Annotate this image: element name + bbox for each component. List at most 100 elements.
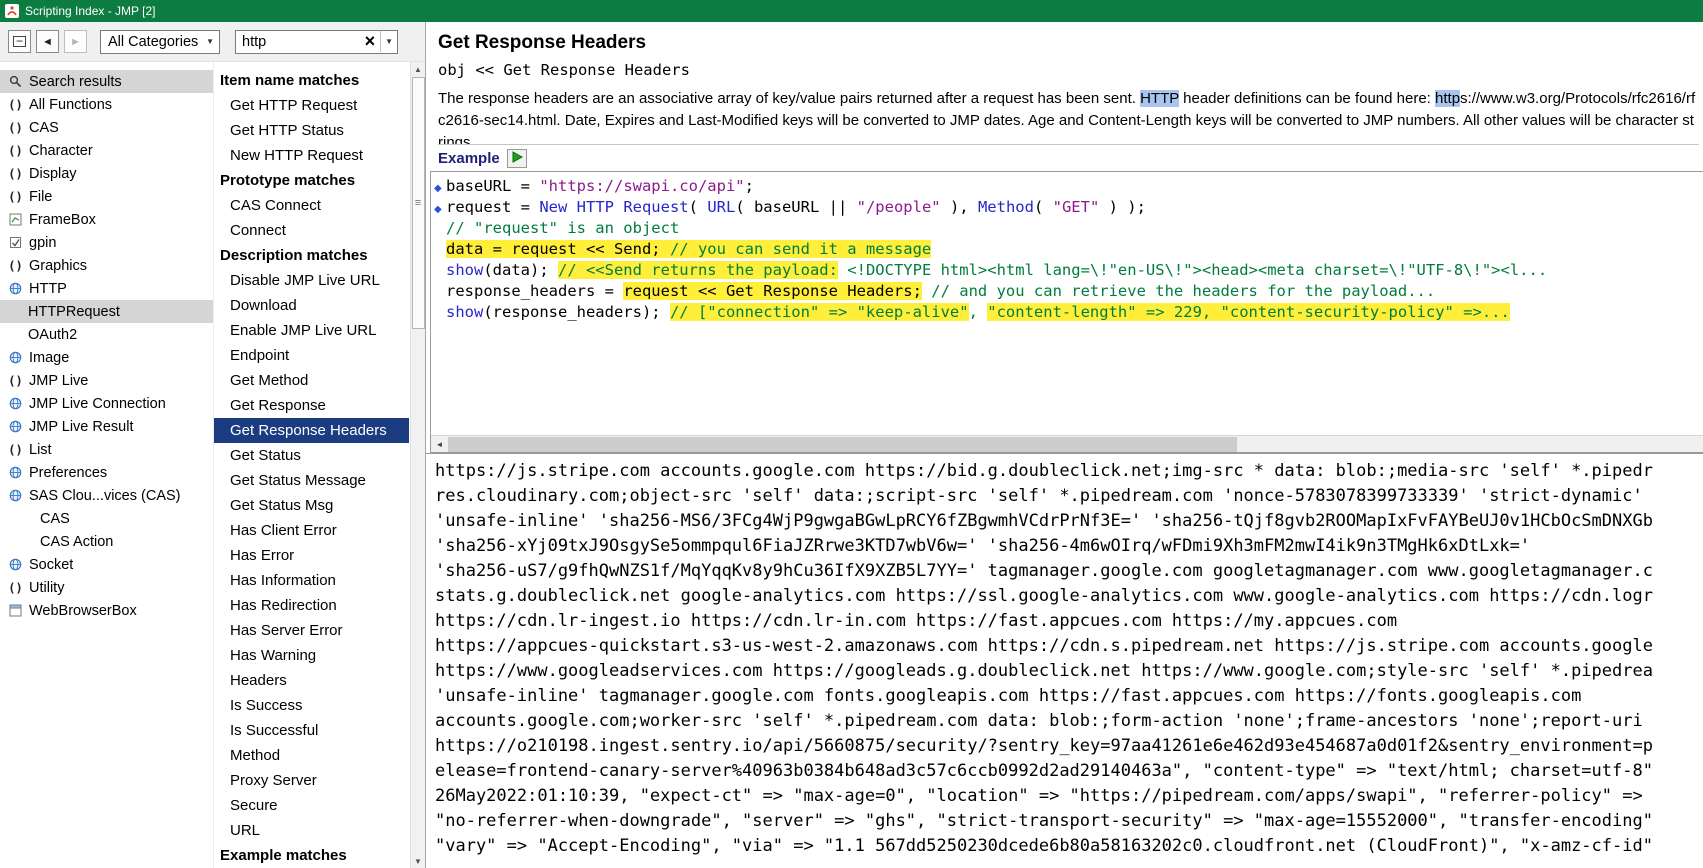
sidebar-item-search-results[interactable]: Search results bbox=[0, 70, 213, 93]
sidebar-item-webbrowserbox[interactable]: WebBrowserBox bbox=[0, 599, 213, 622]
object-globe-icon bbox=[7, 282, 24, 295]
results-item[interactable]: Has Information bbox=[214, 568, 409, 593]
function-paren-icon: () bbox=[8, 373, 23, 388]
results-item[interactable]: Get Status Message bbox=[214, 468, 409, 493]
execution-marker-icon: ◆ bbox=[434, 183, 442, 194]
code-segment: Method bbox=[977, 198, 1034, 216]
sidebar-item-label: JMP Live Result bbox=[29, 418, 134, 435]
code-line: // "request" is an object bbox=[434, 218, 1703, 239]
results-item[interactable]: Get Response Headers bbox=[214, 418, 409, 443]
code-segment: "/people" bbox=[856, 198, 941, 216]
function-paren-icon: () bbox=[8, 189, 23, 204]
sidebar-item-jmp-live-result[interactable]: JMP Live Result bbox=[0, 415, 213, 438]
sidebar-item-jmp-live-connection[interactable]: JMP Live Connection bbox=[0, 392, 213, 415]
results-item[interactable]: Is Successful bbox=[214, 718, 409, 743]
sidebar-item-file[interactable]: () File bbox=[0, 185, 213, 208]
results-item[interactable]: URL bbox=[214, 818, 409, 843]
code-segment: ) ); bbox=[1099, 198, 1146, 216]
sidebar-item-http[interactable]: HTTP bbox=[0, 277, 213, 300]
results-item[interactable]: Has Client Error bbox=[214, 518, 409, 543]
sidebar-item-label: OAuth2 bbox=[28, 326, 78, 343]
h-scrollbar-thumb[interactable] bbox=[448, 436, 1237, 452]
results-list: Item name matches Get HTTP Request Get HTT… bbox=[214, 62, 425, 868]
run-example-button[interactable] bbox=[506, 149, 527, 168]
code-segment: // and you can retrieve the headers for … bbox=[921, 282, 1436, 300]
back-button[interactable]: ◄ bbox=[36, 30, 59, 53]
sidebar-item-cas-action[interactable]: CAS Action bbox=[0, 530, 213, 553]
sidebar-item-cas[interactable]: () CAS bbox=[0, 116, 213, 139]
scroll-left-arrow-icon[interactable]: ◄ bbox=[431, 440, 448, 449]
sidebar-item-sas-clou-vices-cas-[interactable]: SAS Clou...vices (CAS) bbox=[0, 484, 213, 507]
sidebar-item-socket[interactable]: Socket bbox=[0, 553, 213, 576]
output-line: accounts.google.com;worker-src 'self' *.… bbox=[435, 711, 1643, 731]
scrollbar-thumb[interactable]: ≡ bbox=[411, 77, 425, 329]
results-item[interactable]: Get Status Msg bbox=[214, 493, 409, 518]
output-line: 'unsafe-inline' tagmanager.google.com fo… bbox=[435, 686, 1582, 706]
forward-button[interactable]: ► bbox=[64, 30, 87, 53]
results-item[interactable]: Endpoint bbox=[214, 343, 409, 368]
code-segment: "https://swapi.co/api" bbox=[539, 177, 745, 195]
search-dropdown-button[interactable]: ▼ bbox=[380, 31, 397, 52]
code-line: ◆ baseURL = "https://swapi.co/api"; bbox=[434, 176, 1703, 197]
results-scrollbar[interactable]: ▲ ≡ ▼ bbox=[410, 62, 425, 868]
sidebar-item-character[interactable]: () Character bbox=[0, 139, 213, 162]
scroll-down-arrow-icon[interactable]: ▼ bbox=[414, 854, 422, 868]
code-h-scrollbar[interactable]: ◄ bbox=[431, 435, 1703, 452]
sidebar-item-oauth2[interactable]: OAuth2 bbox=[0, 323, 213, 346]
clear-search-icon[interactable]: × bbox=[361, 32, 381, 52]
sidebar-item-httprequest[interactable]: HTTPRequest bbox=[0, 300, 213, 323]
code-segment: // you can send it a message bbox=[669, 240, 932, 258]
results-item[interactable]: New HTTP Request bbox=[214, 143, 409, 168]
sidebar-item-framebox[interactable]: FrameBox bbox=[0, 208, 213, 231]
results-item[interactable]: Get HTTP Status bbox=[214, 118, 409, 143]
sidebar-item-graphics[interactable]: () Graphics bbox=[0, 254, 213, 277]
thumb-grip-icon: ≡ bbox=[414, 196, 422, 209]
sidebar-item-label: CAS bbox=[40, 510, 70, 527]
sidebar-item-gpin[interactable]: gpin bbox=[0, 231, 213, 254]
titlebar: Scripting Index - JMP [2] bbox=[0, 0, 1703, 22]
results-item[interactable]: Get Response bbox=[214, 393, 409, 418]
scroll-up-arrow-icon[interactable]: ▲ bbox=[414, 62, 422, 76]
results-item[interactable]: CAS Connect bbox=[214, 193, 409, 218]
sidebar-item-label: SAS Clou...vices (CAS) bbox=[29, 487, 181, 504]
sidebar-item-jmp-live[interactable]: () JMP Live bbox=[0, 369, 213, 392]
sidebar-item-utility[interactable]: () Utility bbox=[0, 576, 213, 599]
function-paren-icon: () bbox=[8, 97, 23, 112]
code-segment: // "request" is an object bbox=[446, 219, 680, 237]
results-item[interactable]: Download bbox=[214, 293, 409, 318]
results-item[interactable]: Get Status bbox=[214, 443, 409, 468]
code-segment: show bbox=[446, 261, 484, 279]
results-item[interactable]: Has Redirection bbox=[214, 593, 409, 618]
results-item[interactable]: Headers bbox=[214, 668, 409, 693]
sidebar-item-list[interactable]: () List bbox=[0, 438, 213, 461]
results-item[interactable]: Enable JMP Live URL bbox=[214, 318, 409, 343]
results-item[interactable]: Disable JMP Live URL bbox=[214, 268, 409, 293]
sidebar-item-cas[interactable]: CAS bbox=[0, 507, 213, 530]
results-item[interactable]: Get Method bbox=[214, 368, 409, 393]
results-group-header: Item name matches bbox=[220, 72, 360, 89]
code-lines: ◆ baseURL = "https://swapi.co/api"; ◆ reque… bbox=[431, 172, 1703, 435]
function-paren-icon: () bbox=[8, 166, 23, 181]
results-item[interactable]: Method bbox=[214, 743, 409, 768]
category-select[interactable]: All Categories ▼ bbox=[100, 29, 220, 54]
collapse-tree-button[interactable]: − bbox=[8, 30, 31, 53]
sidebar-item-all-functions[interactable]: () All Functions bbox=[0, 93, 213, 116]
function-paren-icon: () bbox=[8, 258, 23, 273]
results-item[interactable]: Get HTTP Request bbox=[214, 93, 409, 118]
output-log[interactable]: https://js.stripe.com accounts.google.co… bbox=[426, 453, 1703, 868]
results-item[interactable]: Has Warning bbox=[214, 643, 409, 668]
lists-region: Search results () All Functions () CAS () Char… bbox=[0, 62, 425, 868]
sidebar: Search results () All Functions () CAS () Char… bbox=[0, 62, 213, 868]
search-input[interactable] bbox=[242, 33, 361, 50]
sidebar-item-preferences[interactable]: Preferences bbox=[0, 461, 213, 484]
sidebar-item-image[interactable]: Image bbox=[0, 346, 213, 369]
results-item[interactable]: Has Server Error bbox=[214, 618, 409, 643]
results-item[interactable]: Secure bbox=[214, 793, 409, 818]
results-item[interactable]: Has Error bbox=[214, 543, 409, 568]
results-item[interactable]: Proxy Server bbox=[214, 768, 409, 793]
results-item[interactable]: Is Success bbox=[214, 693, 409, 718]
code-editor[interactable]: ◆ baseURL = "https://swapi.co/api"; ◆ reque… bbox=[430, 171, 1703, 453]
sidebar-item-display[interactable]: () Display bbox=[0, 162, 213, 185]
results-item[interactable]: Connect bbox=[214, 218, 409, 243]
sidebar-item-label: WebBrowserBox bbox=[29, 602, 137, 619]
